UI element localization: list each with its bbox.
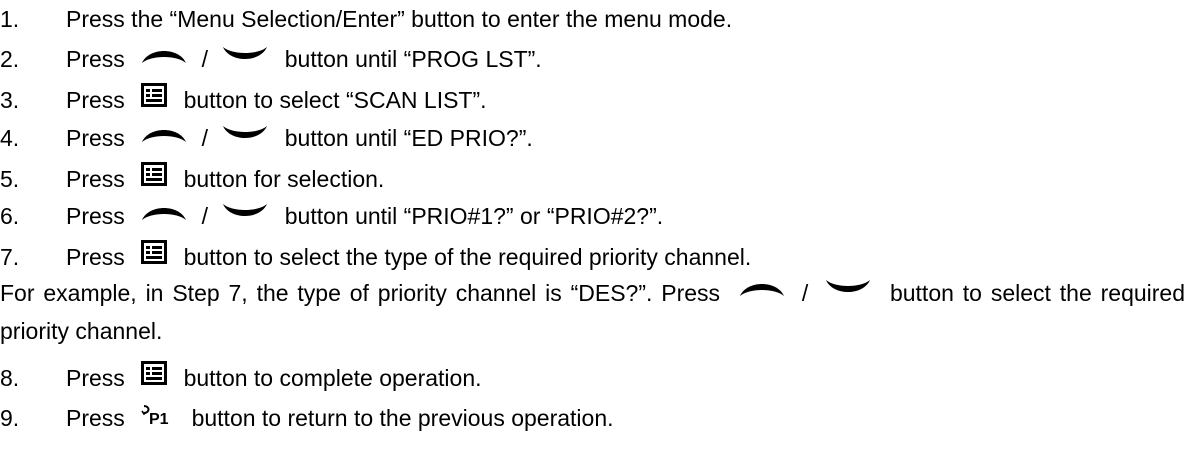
step-text: Press button for selection. [66,162,385,196]
step-number: 4. [0,125,20,151]
step-number: 5. [0,166,20,192]
menu-enter-icon [141,240,168,271]
up-arc-icon [141,200,187,230]
down-arc-icon [825,273,871,310]
step-text-post: button to select “SCAN LIST”. [183,87,487,113]
step-text: Press / button until “PRIO#1?” or “PRIO#… [66,201,663,233]
step-text-pre: Press [66,87,125,113]
step-text-pre: Press [66,405,125,431]
step-text-post: button until “PRIO#1?” or “PRIO#2?”. [284,203,664,229]
step-text-pre: Press [66,46,125,72]
menu-enter-icon [141,83,168,114]
step-text-post: button to return to the previous operati… [191,405,614,431]
step-number: 1. [0,6,20,32]
p1-back-icon: P1 [141,403,175,433]
step-text: Press button to select the type of the r… [66,240,752,274]
step-text: Press button to complete operation. [66,361,482,395]
menu-enter-icon [141,361,168,392]
step-text-pre: Press [66,125,125,151]
step-text: Press button to select “SCAN LIST”. [66,83,487,117]
step-number: 9. [0,405,20,431]
menu-enter-icon [141,162,168,193]
separator: / [201,125,208,151]
step-text: Press P1 button to return to the previou… [66,403,614,435]
instruction-document: 1. Press the “Menu Selection/Enter” butt… [0,0,1189,452]
separator: / [201,203,208,229]
step-text-post: button until “PROG LST”. [284,46,542,72]
step-text-pre: Press [66,244,125,270]
p1-label: P1 [149,411,169,426]
step-number: 2. [0,46,20,72]
down-arc-icon [222,43,268,73]
step-text-post: button to complete operation. [183,365,482,391]
up-arc-icon [739,273,785,310]
up-arc-icon [141,122,187,152]
step-number: 8. [0,365,20,391]
step-text-post: button for selection. [183,166,385,192]
step-text-post: button to select the type of the require… [183,244,752,270]
down-arc-icon [222,200,268,230]
step-text-pre: Press [66,203,125,229]
step-text-pre: Press [66,166,125,192]
step-text: Press the “Menu Selection/Enter” button … [66,6,733,32]
example-note: For example, in Step 7, the type of prio… [0,275,1185,350]
step-text: Press / button until “PROG LST”. [66,44,542,76]
down-arc-icon [222,122,268,152]
step-number: 7. [0,244,20,270]
step-text: Press / button until “ED PRIO?”. [66,123,533,155]
separator: / [201,46,208,72]
step-text-post: button until “ED PRIO?”. [284,125,533,151]
separator: / [801,280,809,306]
step-text-pre: Press [66,365,125,391]
step-number: 6. [0,203,20,229]
up-arc-icon [141,43,187,73]
note-text-pre: For example, in Step 7, the type of prio… [0,280,721,306]
step-number: 3. [0,87,20,113]
